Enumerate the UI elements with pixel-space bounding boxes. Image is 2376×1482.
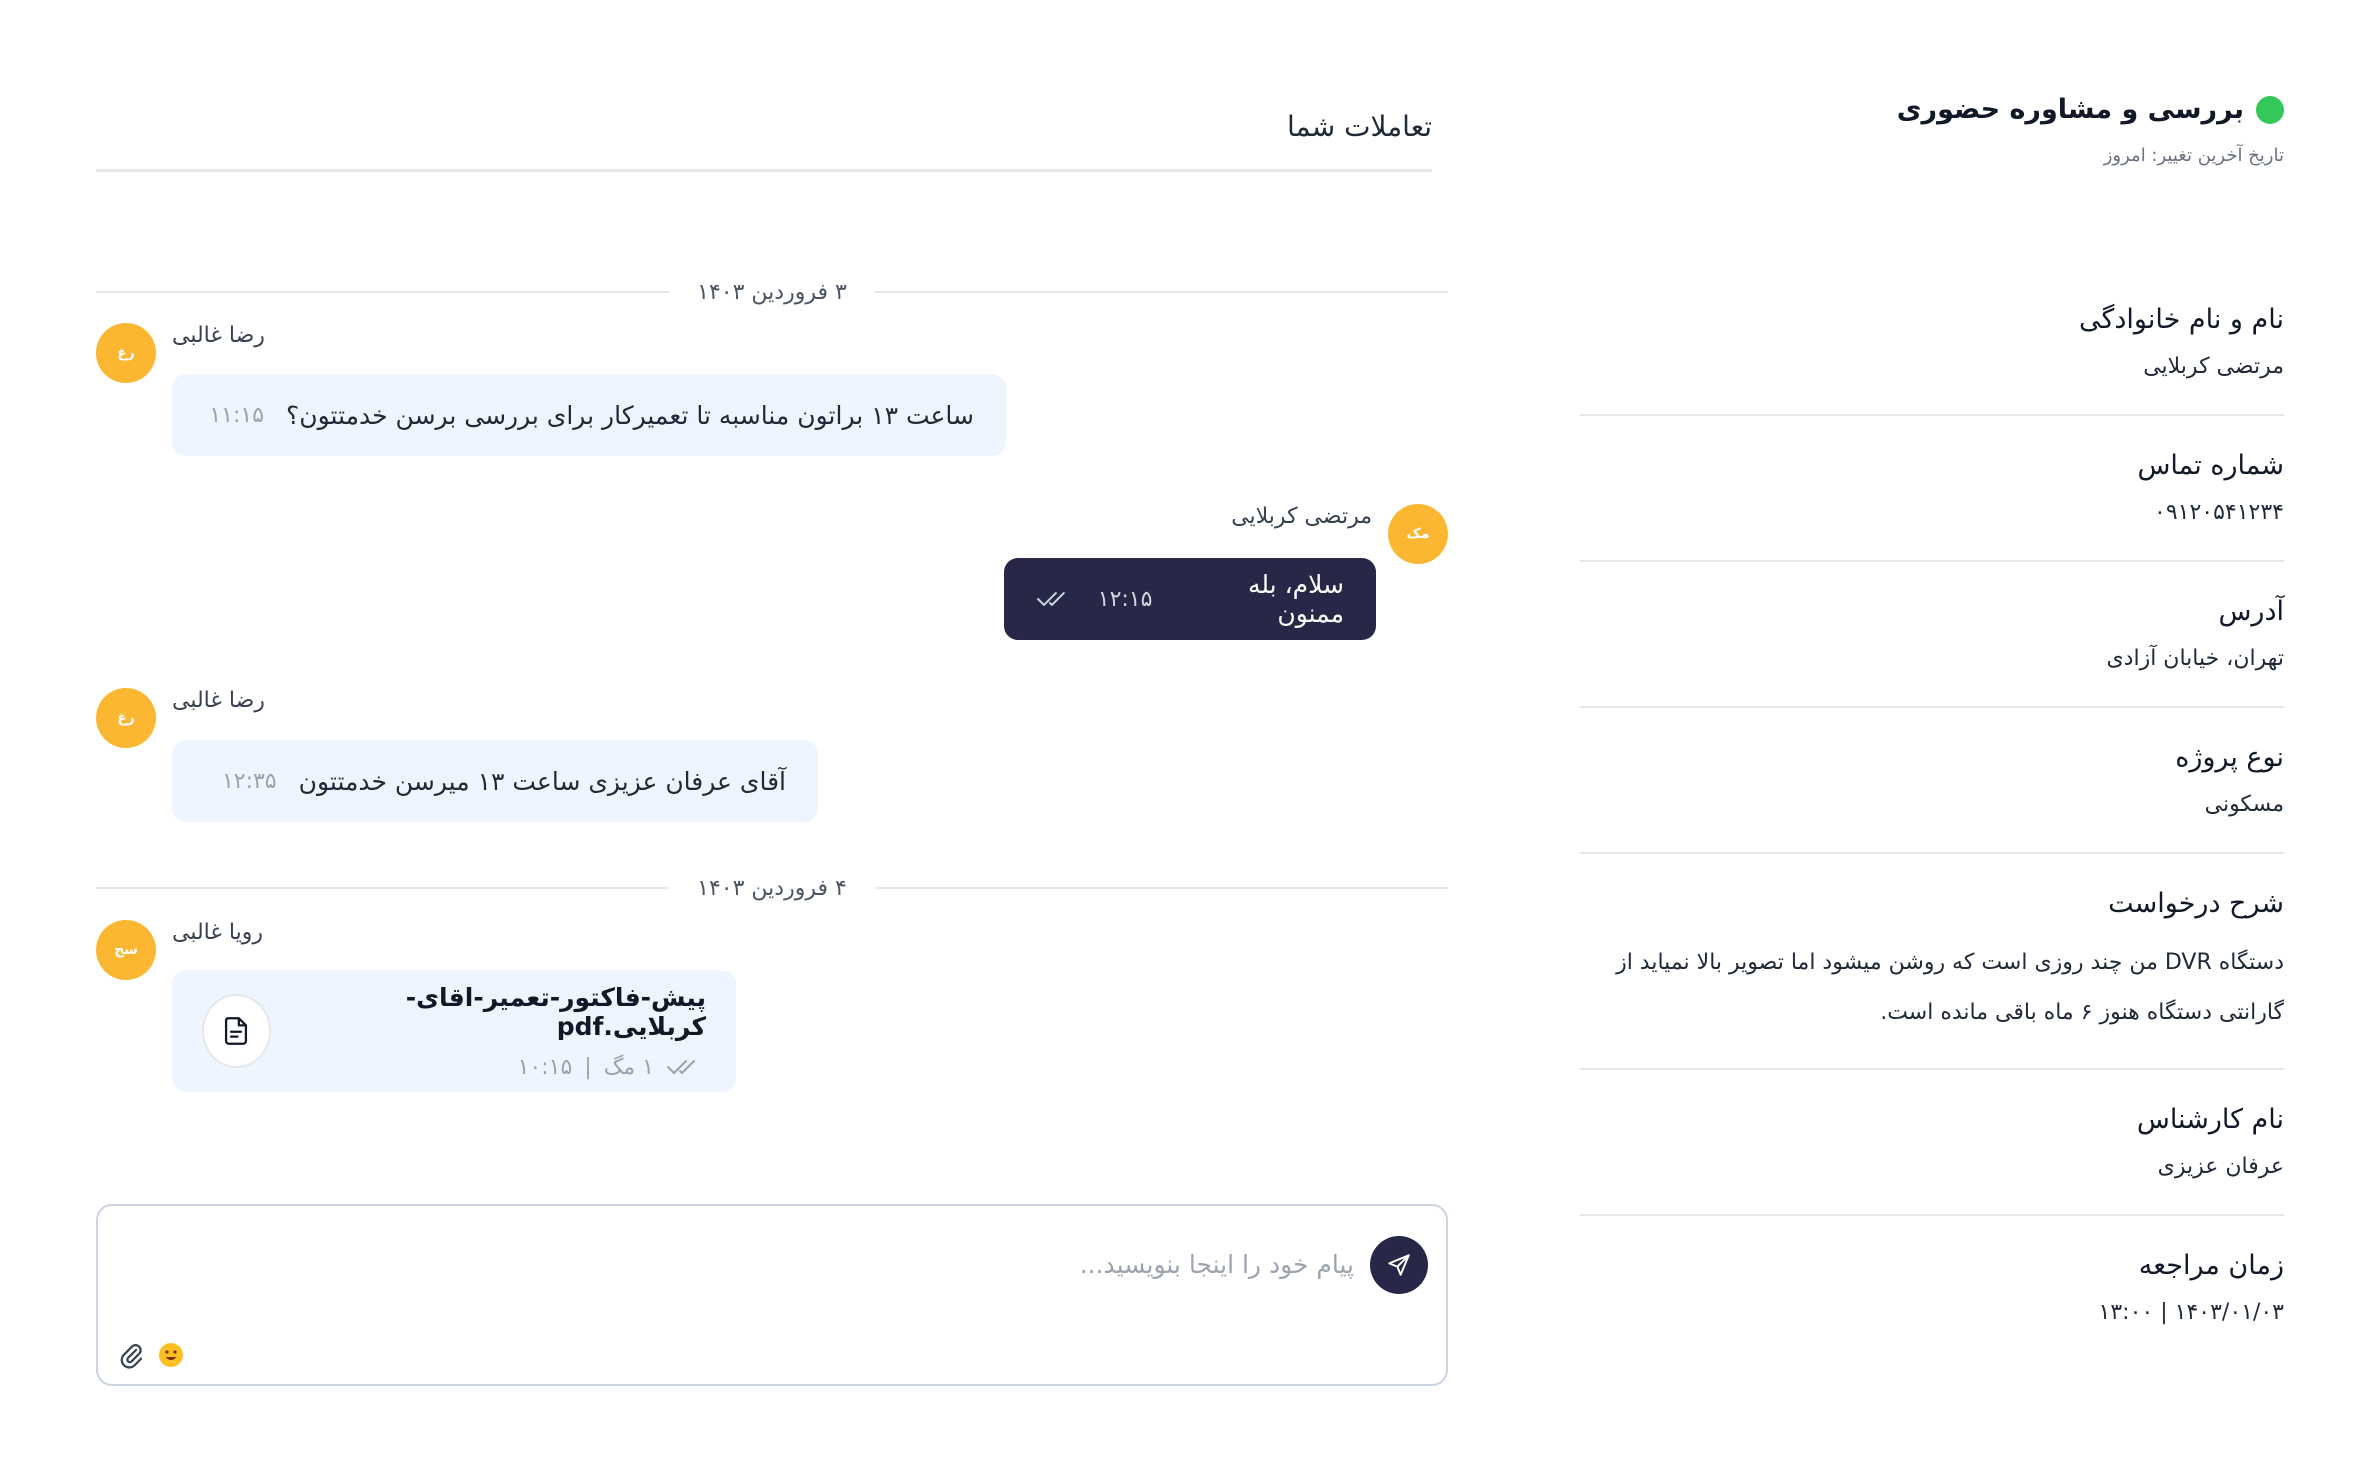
request-info-panel: بررسی و مشاوره حضوری تاریخ آخرین تغییر: … — [1544, 52, 2324, 1430]
request-fields: نام و نام خانوادگی مرتضی کربلایی شماره ت… — [1580, 270, 2284, 1360]
avatar[interactable]: سج — [96, 920, 156, 980]
request-title: بررسی و مشاوره حضوری — [1896, 94, 2244, 125]
field-full-name: نام و نام خانوادگی مرتضی کربلایی — [1580, 270, 2284, 416]
field-label: نام و نام خانوادگی — [2079, 304, 2284, 335]
message-bubble: آقای عرفان عزیزی ساعت ۱۳ میرسن خدمتتون ۱… — [172, 740, 818, 822]
status-dot-icon — [2256, 95, 2284, 124]
avatar[interactable]: مک — [1388, 504, 1448, 564]
attachment-icon[interactable] — [116, 1340, 146, 1370]
field-value: دستگاه DVR من چند روزی است که روشن میشود… — [1616, 950, 2284, 1025]
read-check-icon — [1036, 592, 1065, 606]
field-value: مرتضی کربلایی — [2143, 354, 2284, 379]
field-label: نوع پروژه — [2175, 742, 2284, 773]
file-text-icon — [225, 1017, 248, 1045]
field-expert-name: نام کارشناس عرفان عزیزی — [1580, 1070, 2284, 1216]
meta-separator: | — [584, 1054, 592, 1080]
field-value: عرفان عزیزی — [2157, 1154, 2284, 1179]
message-text: آقای عرفان عزیزی ساعت ۱۳ میرسن خدمتتون — [298, 766, 786, 796]
message-text: ساعت ۱۳ براتون مناسبه تا تعمیرکار برای ب… — [286, 400, 974, 430]
sender-name: رضا غالبی — [172, 323, 265, 348]
day-label: ۴ فروردین ۱۴۰۳ — [697, 875, 847, 901]
chat-header — [96, 92, 1432, 172]
field-value: ۰۹۱۲۰۵۴۱۲۳۴ — [2154, 500, 2284, 525]
field-address: آدرس تهران، خیابان آزادی — [1580, 562, 2284, 708]
message-time: ۱۰:۱۵ — [517, 1054, 573, 1080]
send-icon — [1388, 1254, 1410, 1276]
field-label: شماره تماس — [2137, 450, 2284, 481]
field-label: نام کارشناس — [2136, 1104, 2284, 1135]
read-check-icon — [667, 1060, 695, 1074]
field-value: تهران، خیابان آزادی — [2106, 646, 2284, 671]
page: بررسی و مشاوره حضوری تاریخ آخرین تغییر: … — [0, 0, 2376, 1482]
message-input[interactable] — [154, 1234, 1354, 1294]
chat-title: تعاملات شما — [1287, 110, 1432, 143]
file-size: ۱ مگ — [603, 1054, 654, 1080]
field-phone: شماره تماس ۰۹۱۲۰۵۴۱۲۳۴ — [1580, 416, 2284, 562]
field-label: زمان مراجعه — [2138, 1250, 2284, 1281]
field-label: شرح درخواست — [2108, 888, 2284, 919]
avatar[interactable]: رغ — [96, 323, 156, 383]
sender-name: مرتضی کربلایی — [1231, 504, 1372, 529]
field-project-type: نوع پروژه مسکونی — [1580, 708, 2284, 854]
field-value: ۱۴۰۳/۰۱/۰۳ | ۱۳:۰۰ — [2098, 1300, 2284, 1325]
message-time: ۱۲:۱۵ — [1097, 586, 1153, 612]
file-meta: ۱ مگ | ۱۰:۱۵ — [291, 1055, 706, 1080]
message-time: ۱۱:۱۵ — [209, 402, 265, 428]
day-label: ۳ فروردین ۱۴۰۳ — [697, 279, 847, 305]
emoji-icon[interactable] — [158, 1342, 184, 1368]
document-icon[interactable] — [202, 994, 271, 1068]
send-button[interactable] — [1370, 1236, 1428, 1294]
day-separator: ۴ فروردین ۱۴۰۳ — [96, 870, 1448, 906]
sender-name: رضا غالبی — [172, 688, 265, 713]
message-text: سلام، بله ممنون — [1248, 570, 1344, 628]
field-visit-time: زمان مراجعه ۱۴۰۳/۰۱/۰۳ | ۱۳:۰۰ — [1580, 1216, 2284, 1360]
field-description: شرح درخواست دستگاه DVR من چند روزی است ک… — [1580, 854, 2284, 1070]
day-separator: ۳ فروردین ۱۴۰۳ — [96, 274, 1448, 310]
avatar[interactable]: رغ — [96, 688, 156, 748]
message-bubble: ساعت ۱۳ براتون مناسبه تا تعمیرکار برای ب… — [172, 374, 1006, 456]
sender-name: رویا غالبی — [172, 920, 263, 945]
field-value: مسکونی — [2204, 792, 2284, 817]
message-bubble: سلام، بله ممنون ۱۲:۱۵ — [1004, 558, 1376, 640]
request-header: بررسی و مشاوره حضوری — [1897, 94, 2284, 125]
field-label: آدرس — [2218, 596, 2284, 627]
chat-panel: تعاملات شما ۳ فروردین ۱۴۰۳ رغ رضا غالبی … — [52, 52, 1512, 1430]
file-info: پیش-فاکتور-تعمیر-اقای-کربلایی.pdf ۱ مگ |… — [291, 983, 706, 1080]
message-composer — [96, 1204, 1448, 1386]
file-message-bubble[interactable]: پیش-فاکتور-تعمیر-اقای-کربلایی.pdf ۱ مگ |… — [172, 970, 736, 1092]
file-name[interactable]: پیش-فاکتور-تعمیر-اقای-کربلایی.pdf — [291, 983, 706, 1041]
message-time: ۱۲:۳۵ — [221, 768, 277, 794]
last-modified: تاریخ آخرین تغییر: امروز — [2103, 145, 2284, 166]
